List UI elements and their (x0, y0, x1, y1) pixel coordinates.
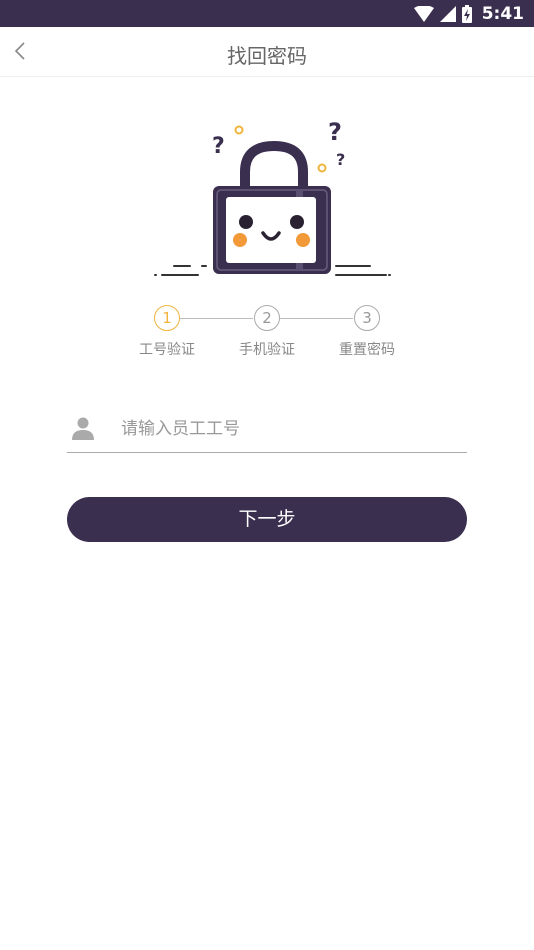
user-icon (72, 417, 94, 440)
step-connector (280, 318, 353, 319)
step-2-indicator: 2 (254, 305, 280, 331)
step-1-indicator: 1 (154, 305, 180, 331)
employee-id-field (67, 402, 467, 453)
step-connector (180, 318, 253, 319)
question-mark-icon: ? (328, 118, 342, 146)
status-time: 5:41 (481, 3, 524, 24)
status-icons: 5:41 (413, 3, 524, 24)
step-3-indicator: 3 (354, 305, 380, 331)
next-step-button[interactable]: 下一步 (67, 497, 467, 542)
page-title: 找回密码 (227, 44, 307, 68)
progress-steps: 1 工号验证 2 手机验证 3 重置密码 (0, 305, 534, 365)
battery-icon (461, 4, 472, 23)
step-2-label: 手机验证 (239, 342, 295, 358)
step-3-label: 重置密码 (339, 342, 395, 358)
lock-illustration: ? ? ? (154, 118, 391, 276)
employee-id-input[interactable] (119, 410, 463, 448)
header: 找回密码 (0, 27, 534, 77)
forgot-password-screen: 5:41 找回密码 ? ? ? 1 工号验证 2 手机验证 3 重置密码 请输入… (0, 0, 534, 950)
lock-face-icon (226, 197, 316, 263)
question-mark-icon: ? (336, 150, 345, 169)
lock-shackle-icon (240, 140, 308, 188)
question-mark-icon: ? (212, 134, 225, 159)
cell-signal-icon (439, 5, 456, 22)
wifi-icon (413, 5, 434, 22)
status-bar: 5:41 (0, 0, 534, 27)
step-1-label: 工号验证 (139, 342, 195, 358)
